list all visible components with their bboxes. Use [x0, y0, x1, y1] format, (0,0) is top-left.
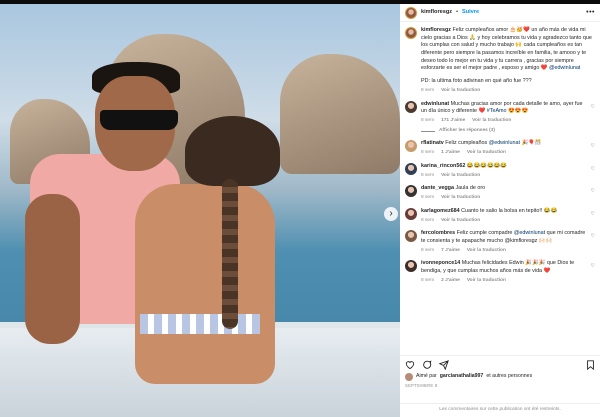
translate-link[interactable]: Voir la traduction — [472, 118, 511, 125]
avatar[interactable] — [405, 6, 417, 19]
comment-time[interactable]: 8 sem — [421, 218, 434, 225]
separator-dot: • — [456, 8, 458, 15]
likes-user[interactable]: garcianathalia997 — [440, 373, 484, 380]
comments-restricted-notice: Les commentaires sur cette publication o… — [400, 403, 600, 417]
heart-icon[interactable]: ♡ — [591, 211, 595, 218]
post-header: kimfloresgz • Suivre ••• — [400, 4, 600, 22]
comment-text: Feliz cumple compadre — [456, 230, 513, 237]
avatar[interactable] — [405, 230, 417, 243]
header-username[interactable]: kimfloresgz — [421, 9, 452, 17]
comment-username[interactable]: dante_vegga — [421, 185, 454, 191]
action-bar — [400, 355, 600, 373]
bookmark-icon[interactable] — [586, 359, 595, 370]
comment-item: rflatinatv Feliz cumpleaños @edwinlunat … — [405, 140, 595, 156]
comment-tail: 🎉🎈🎊 — [521, 140, 542, 147]
comment-text: Cuanto te salio la bolsa en tepito!! 😂😂 — [461, 207, 558, 214]
sunglasses — [100, 110, 178, 130]
heart-icon[interactable]: ♡ — [591, 104, 595, 111]
avatar[interactable] — [405, 207, 417, 220]
heart-icon[interactable] — [405, 360, 415, 369]
view-replies-button[interactable]: Afficher les réponses (3) — [405, 128, 595, 135]
translate-link[interactable]: Voir la traduction — [467, 248, 506, 255]
comment-item: dante_vegga Jaula de oro 8 sem Voir la tr… — [405, 185, 595, 201]
comment-time[interactable]: 8 sem — [421, 278, 434, 285]
comments-list[interactable]: kimfloresgz Feliz cumpleaños amor 🎂🥳❤️ u… — [400, 23, 600, 355]
more-options-icon[interactable]: ••• — [586, 8, 595, 18]
comment-text: 😂😂😂😂😂😂 — [466, 162, 508, 169]
comment-item: edwinlunat Muchas gracias amor por cada … — [405, 100, 595, 125]
striped-bikini-top — [140, 314, 260, 334]
caption-ps: PD: la ultima foto adivinan en qué año f… — [421, 78, 532, 85]
comment-username[interactable]: karlagomez684 — [421, 208, 460, 214]
comment-mention[interactable]: #TeAmo — [487, 108, 507, 114]
rock-formation — [280, 54, 400, 174]
comment-likes[interactable]: 2 J'aime — [441, 278, 460, 285]
comment-time[interactable]: 8 sem — [421, 195, 434, 202]
comment-likes[interactable]: 1 J'aime — [441, 150, 460, 157]
caption: kimfloresgz Feliz cumpleaños amor 🎂🥳❤️ u… — [405, 27, 595, 95]
post-sidebar: kimfloresgz • Suivre ••• kimfloresgz Fel… — [400, 4, 600, 417]
comment-time[interactable]: 8 sem — [421, 118, 434, 125]
comment-item: karlagomez684 Cuanto te salio la bolsa e… — [405, 207, 595, 225]
follow-button[interactable]: Suivre — [462, 9, 479, 17]
comment-time[interactable]: 8 sem — [421, 173, 434, 180]
comment-item: karina_rincon562 😂😂😂😂😂😂 8 sem Voir la tra… — [405, 162, 595, 180]
likes-prefix: Aimé par — [416, 373, 437, 380]
likes-summary: Aimé par garcianathalia997 et autres per… — [405, 373, 532, 381]
heart-icon[interactable]: ♡ — [591, 188, 595, 195]
avatar[interactable] — [405, 100, 417, 113]
translate-link[interactable]: Voir la traduction — [467, 278, 506, 285]
caption-username[interactable]: kimfloresgz — [421, 27, 451, 33]
share-icon[interactable] — [439, 359, 449, 370]
caption-time[interactable]: 8 sem — [421, 88, 434, 95]
avatar[interactable] — [405, 373, 413, 381]
comment-item: fercolombres Feliz cumple compadre @edwi… — [405, 230, 595, 254]
comment-item: ivonneponce14 Muchas felicidades Edwin 🎉… — [405, 260, 595, 284]
braid — [222, 179, 238, 329]
heart-icon[interactable]: ♡ — [591, 166, 595, 173]
comment-text: Jaula de oro — [455, 185, 486, 192]
comment-username[interactable]: rflatinatv — [421, 140, 444, 146]
comment-likes[interactable]: 171 J'aime — [441, 118, 465, 125]
avatar[interactable] — [405, 27, 417, 39]
avatar[interactable] — [405, 162, 417, 175]
tattooed-arm — [25, 194, 80, 344]
caption-mention[interactable]: @edwinlunat — [549, 65, 580, 71]
translate-link[interactable]: Voir la traduction — [467, 150, 506, 157]
avatar[interactable] — [405, 140, 417, 153]
post-photo[interactable]: › — [0, 4, 400, 417]
next-photo-button[interactable]: › — [384, 207, 398, 221]
heart-icon[interactable]: ♡ — [591, 263, 595, 270]
translate-link[interactable]: Voir la traduction — [441, 173, 480, 180]
heart-icon[interactable]: ♡ — [591, 233, 595, 240]
woman-hair — [185, 116, 280, 186]
woman-back — [135, 184, 275, 384]
comment-text: Feliz cumpleaños — [445, 140, 488, 147]
comment-username[interactable]: ivonneponce14 — [421, 260, 460, 266]
comment-likes[interactable]: 7 J'aime — [441, 248, 460, 255]
translate-link[interactable]: Voir la traduction — [441, 88, 480, 95]
replies-label[interactable]: Afficher les réponses (3) — [439, 128, 495, 135]
post-date[interactable]: SEPTEMBRE 8 — [405, 383, 438, 389]
comments-container: edwinlunat Muchas gracias amor por cada … — [405, 100, 595, 285]
translate-link[interactable]: Voir la traduction — [441, 218, 480, 225]
comment-time[interactable]: 8 sem — [421, 150, 434, 157]
comment-username[interactable]: fercolombres — [421, 230, 455, 236]
avatar[interactable] — [405, 260, 417, 273]
comment-time[interactable]: 8 sem — [421, 248, 434, 255]
translate-link[interactable]: Voir la traduction — [441, 195, 480, 202]
avatar[interactable] — [405, 185, 417, 198]
comment-username[interactable]: edwinlunat — [421, 101, 449, 107]
comment-icon[interactable] — [422, 359, 432, 370]
comment-mention[interactable]: @edwinlunat — [489, 140, 520, 146]
likes-suffix[interactable]: et autres personnes — [486, 373, 532, 380]
replies-line — [421, 130, 435, 132]
comment-tail: 😍😍😍 — [508, 108, 529, 115]
heart-icon[interactable]: ♡ — [591, 143, 595, 150]
comment-username[interactable]: karina_rincon562 — [421, 163, 465, 169]
comment-mention[interactable]: @edwinlunat — [514, 230, 545, 236]
